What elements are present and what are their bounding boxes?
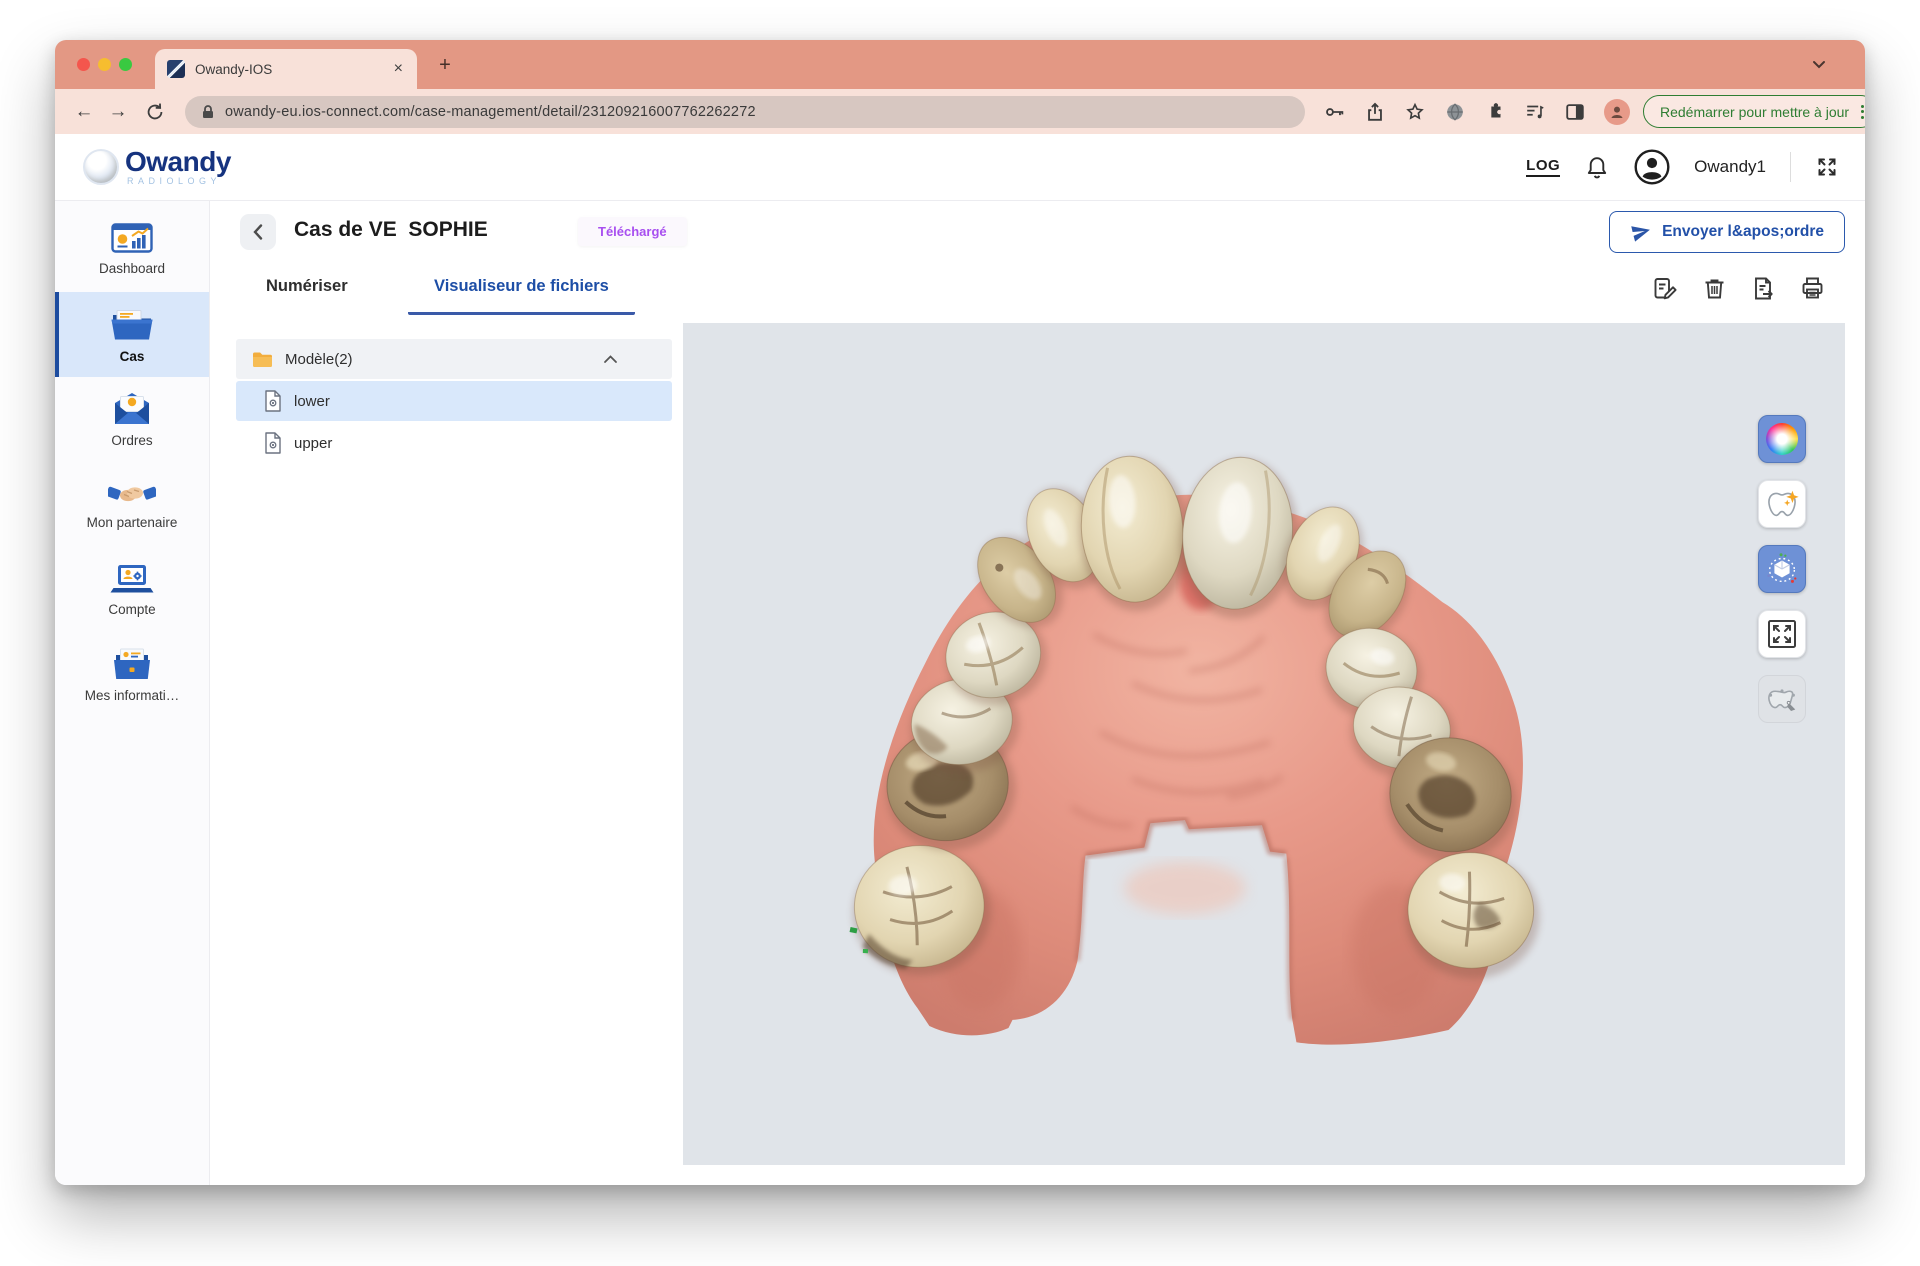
tree-folder-row[interactable]: Modèle(2) xyxy=(236,339,672,379)
send-plane-icon xyxy=(1630,221,1652,243)
desktop: Owandy-IOS × + ← → owandy-eu.ios-connect… xyxy=(0,0,1920,1266)
content-panels: Modèle(2) lower upper xyxy=(210,323,1865,1165)
minimize-window-button[interactable] xyxy=(98,58,111,71)
sidebar-item-cas[interactable]: Cas xyxy=(55,292,209,377)
tab-favicon-icon xyxy=(167,60,185,78)
file-name: lower xyxy=(294,393,330,410)
file-row-upper[interactable]: upper xyxy=(236,423,672,463)
browser-toolbar: ← → owandy-eu.ios-connect.com/case-manag… xyxy=(55,89,1865,134)
browser-menu-icon[interactable] xyxy=(1861,105,1864,119)
tooth-enhance-button[interactable] xyxy=(1758,480,1806,528)
export-file-icon[interactable] xyxy=(1750,275,1777,302)
tab-visualiseur-de-fichiers[interactable]: Visualiseur de fichiers xyxy=(408,277,635,315)
tab-search-chevron-icon[interactable] xyxy=(1811,57,1827,71)
send-order-button[interactable]: Envoyer l&apos;ordre xyxy=(1609,211,1845,253)
tabs-row: Numériser Visualiseur de fichiers xyxy=(210,263,1865,323)
case-title-row: Cas de VE SOPHIE Téléchargé Envoyer l&ap… xyxy=(210,209,1865,257)
collapse-chevron-icon[interactable] xyxy=(603,354,618,364)
back-button[interactable]: ← xyxy=(71,101,97,123)
fullscreen-icon[interactable] xyxy=(1815,155,1839,179)
close-window-button[interactable] xyxy=(77,58,90,71)
tab-close-icon[interactable]: × xyxy=(392,60,405,78)
margin-line-tool-button[interactable] xyxy=(1758,675,1806,723)
delete-trash-icon[interactable] xyxy=(1701,275,1728,302)
dental-model-3d[interactable] xyxy=(828,421,1558,1051)
viewer-tools xyxy=(1758,415,1806,723)
forward-button[interactable]: → xyxy=(105,101,131,123)
account-laptop-icon xyxy=(110,563,154,595)
expand-icon xyxy=(1765,617,1799,651)
logo-text: Owandy xyxy=(125,148,231,176)
app-header: Owandy RADIOLOGY LOG Owandy1 xyxy=(55,134,1865,201)
color-wheel-icon xyxy=(1766,423,1798,455)
partner-handshake-icon xyxy=(108,480,156,508)
browser-profile-avatar[interactable] xyxy=(1604,99,1630,125)
file-name: upper xyxy=(294,435,332,452)
reload-button[interactable] xyxy=(144,101,166,123)
sidebar-item-ordres[interactable]: Ordres xyxy=(55,377,209,462)
notifications-bell-icon[interactable] xyxy=(1584,154,1610,181)
document-toolbar xyxy=(1652,275,1826,302)
sidebar-item-compte[interactable]: Compte xyxy=(55,547,209,632)
sidebar-item-dashboard[interactable]: Dashboard xyxy=(55,207,209,292)
file-row-lower[interactable]: lower xyxy=(236,381,672,421)
owandy-logo-sphere-icon xyxy=(83,149,119,185)
tab-title: Owandy-IOS xyxy=(195,62,382,77)
logo-subtext: RADIOLOGY xyxy=(127,177,231,186)
address-bar[interactable]: owandy-eu.ios-connect.com/case-managemen… xyxy=(185,96,1305,128)
browser-tab-strip: Owandy-IOS × + xyxy=(55,40,1865,89)
url-text: owandy-eu.ios-connect.com/case-managemen… xyxy=(225,104,756,120)
password-key-icon[interactable] xyxy=(1324,101,1346,123)
browser-window: Owandy-IOS × + ← → owandy-eu.ios-connect… xyxy=(55,40,1865,1185)
extensions-puzzle-icon[interactable] xyxy=(1484,101,1506,123)
header-divider xyxy=(1790,152,1791,182)
lock-icon xyxy=(201,104,215,120)
cases-folder-icon xyxy=(109,306,155,342)
model-viewer-canvas[interactable] xyxy=(683,323,1845,1165)
share-icon[interactable] xyxy=(1364,101,1386,123)
dashboard-icon xyxy=(111,223,153,254)
fit-view-button[interactable] xyxy=(1758,610,1806,658)
back-button-case[interactable] xyxy=(240,214,276,250)
app-body: Dashboard Cas Ordres Mon partenaire Comp… xyxy=(55,201,1865,1185)
page-title: Cas de VE SOPHIE xyxy=(294,218,488,242)
new-tab-button[interactable]: + xyxy=(433,54,457,78)
3d-view-button[interactable] xyxy=(1758,545,1806,593)
folder-icon xyxy=(252,351,273,368)
3d-cube-icon xyxy=(1763,550,1801,588)
sidebar-item-mon-partenaire[interactable]: Mon partenaire xyxy=(55,462,209,547)
browser-tab[interactable]: Owandy-IOS × xyxy=(155,49,417,89)
log-link[interactable]: LOG xyxy=(1526,157,1560,177)
print-icon[interactable] xyxy=(1799,275,1826,302)
model-file-icon xyxy=(264,390,282,412)
orders-envelope-icon xyxy=(111,391,153,426)
tab-numeriser[interactable]: Numériser xyxy=(262,277,352,312)
side-panel-icon[interactable] xyxy=(1564,101,1586,123)
bookmark-star-icon[interactable] xyxy=(1404,101,1426,123)
file-tree-panel: Modèle(2) lower upper xyxy=(228,323,682,1165)
status-badge: Téléchargé xyxy=(578,217,687,246)
username[interactable]: Owandy1 xyxy=(1694,157,1766,177)
folder-label: Modèle(2) xyxy=(285,351,353,368)
reading-list-icon[interactable] xyxy=(1524,101,1546,123)
my-information-icon xyxy=(112,647,152,681)
tooth-pen-icon xyxy=(1763,680,1801,718)
main-content: Cas de VE SOPHIE Téléchargé Envoyer l&ap… xyxy=(210,201,1865,1185)
zoom-window-button[interactable] xyxy=(119,58,132,71)
extension-globe-icon[interactable] xyxy=(1444,101,1466,123)
model-file-icon xyxy=(264,432,282,454)
browser-update-button[interactable]: Redémarrer pour mettre à jour xyxy=(1643,95,1865,128)
color-mode-button[interactable] xyxy=(1758,415,1806,463)
sidebar-nav: Dashboard Cas Ordres Mon partenaire Comp… xyxy=(55,201,210,1185)
owandy-logo[interactable]: Owandy RADIOLOGY xyxy=(83,148,231,186)
edit-note-icon[interactable] xyxy=(1652,275,1679,302)
sidebar-item-mes-informations[interactable]: Mes informati… xyxy=(55,632,209,717)
tooth-sparkle-icon xyxy=(1763,485,1801,523)
user-avatar[interactable] xyxy=(1634,149,1670,185)
